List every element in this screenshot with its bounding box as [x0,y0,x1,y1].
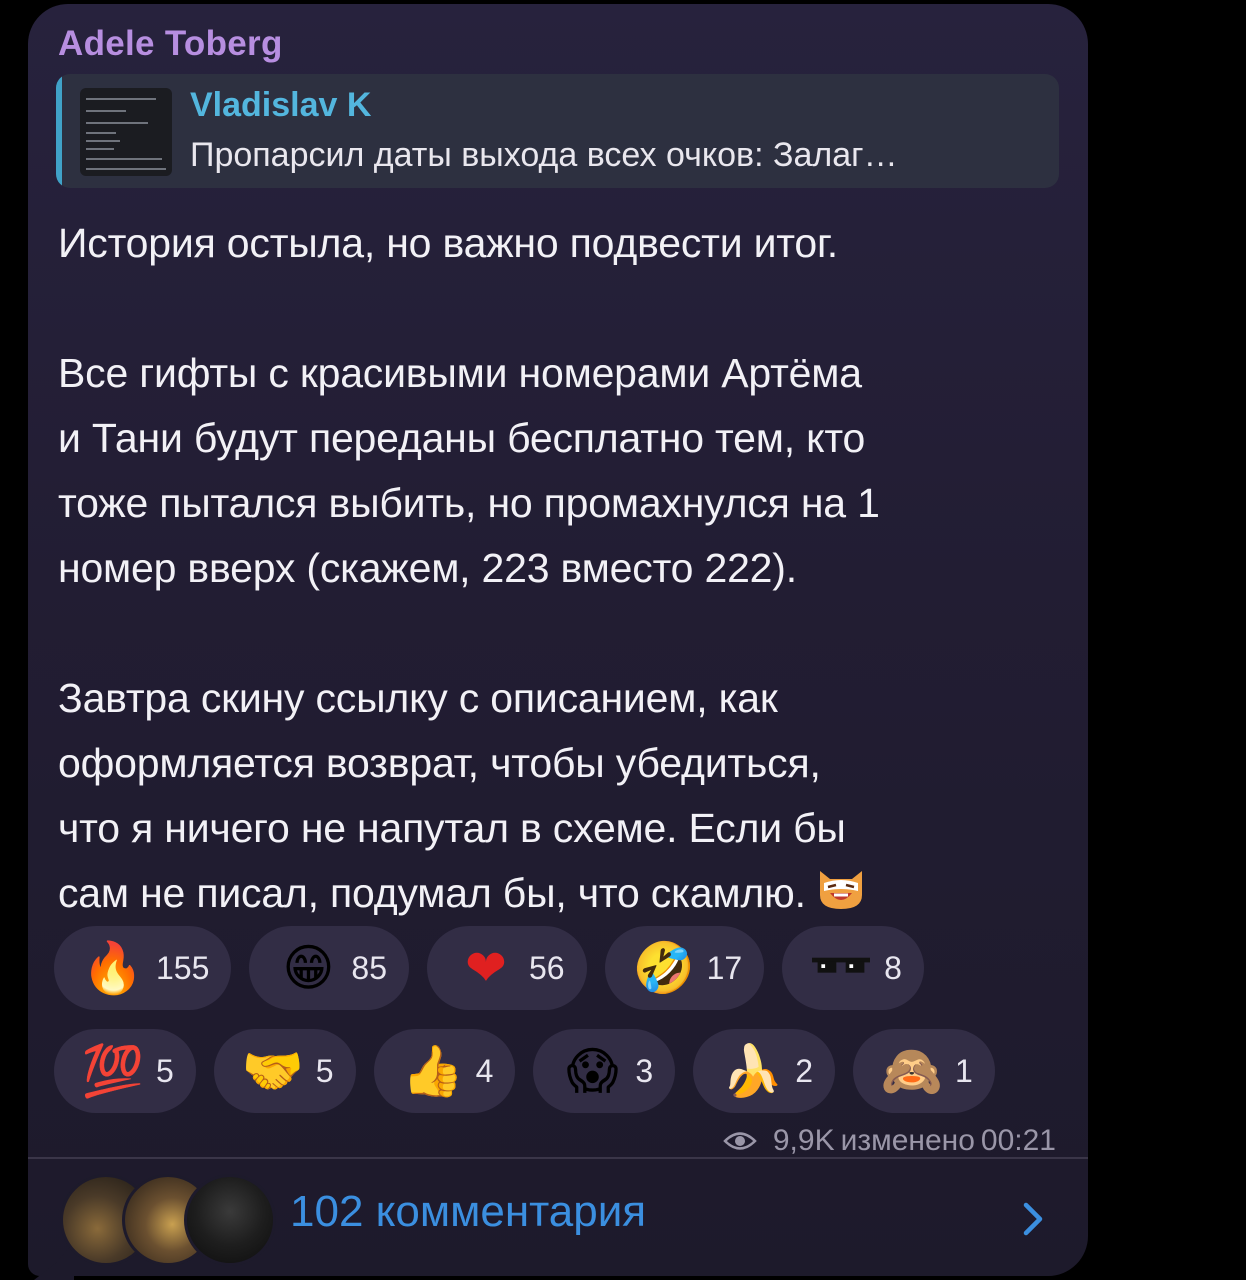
message-line: Завтра скину ссылку с описанием, как [58,675,778,721]
reply-preview[interactable]: Vladislav K Пропарсил даты выхода всех о… [56,74,1059,188]
reply-accent-bar [56,74,62,188]
reply-thumbnail [80,88,172,176]
reaction-heart[interactable]: ❤ 56 [426,926,587,1010]
rolling-laughing-icon: 🤣 [632,939,695,996]
reply-author: Vladislav K [190,86,372,124]
reaction-screaming[interactable]: 😱 3 [533,1029,676,1113]
reaction-count: 85 [351,949,387,986]
reaction-count: 8 [884,949,902,986]
eye-icon [723,1132,757,1150]
thumbs-up-icon: 👍 [401,1042,464,1099]
reaction-sunglasses[interactable]: 8 [782,926,924,1010]
reaction-count: 155 [156,949,210,986]
reaction-grinning[interactable]: 😁 85 [249,926,409,1010]
message-bubble: Adele Toberg Vladislav K Пропарсил даты … [28,4,1088,1280]
reaction-count: 3 [635,1052,654,1089]
reaction-rolling-laughing[interactable]: 🤣 17 [604,926,765,1010]
see-no-evil-monkey-icon: 🙈 [880,1042,944,1099]
message-meta: 9,9K изменено 00:21 [723,1124,1056,1158]
message-line: номер вверх (скажем, 223 вместо 222). [58,545,797,591]
message-line: оформляется возврат, чтобы убедиться, [58,740,821,786]
sunglasses-icon [812,939,871,997]
screaming-face-icon: 😱 [566,1043,619,1099]
message-line: сам не писал, подумал бы, что скамлю. [58,870,806,916]
message-text: История остыла, но важно подвести итог. … [58,211,1058,926]
view-count: 9,9K [772,1124,835,1157]
reaction-banana[interactable]: 🍌 2 [693,1029,835,1113]
message-time: 00:21 [980,1124,1056,1157]
heart-icon: ❤ [465,940,507,996]
reaction-hundred[interactable]: 💯 5 [54,1029,196,1113]
message-line: История остыла, но важно подвести итог. [58,220,838,266]
reaction-fire[interactable]: 🔥 155 [54,926,232,1010]
comments-button[interactable]: 102 комментария [28,1159,1088,1276]
banana-icon: 🍌 [721,1042,784,1099]
message-line: тоже пытался выбить, но промахнулся на 1 [58,480,880,526]
reaction-count: 17 [706,949,743,986]
message-line: что я ничего не напутал в схеме. Если бы [58,805,846,851]
chevron-right-icon [1023,1202,1043,1236]
reaction-thumbs-up[interactable]: 👍 4 [373,1029,516,1113]
avatar [184,1174,276,1266]
reactions-row-1: 🔥 155 😁 85 ❤ 56 🤣 17 8 [54,926,924,1010]
reactions-row-2: 💯 5 🤝 5 👍 4 😱 3 🍌 2 🙈 1 [54,1029,995,1113]
handshake-icon: 🤝 [241,1042,304,1099]
message-line: и Тани будут переданы бесплатно тем, кто [58,415,866,461]
laughing-cat-icon [819,871,862,909]
commenter-avatars [60,1174,276,1266]
hundred-points-icon: 💯 [81,1042,145,1099]
edited-label: изменено [840,1124,975,1157]
reaction-count: 4 [475,1052,494,1089]
reaction-count: 1 [954,1052,973,1089]
reply-text: Пропарсил даты выхода всех очков: Залаг… [190,136,898,174]
grinning-face-icon: 😁 [282,940,335,996]
reaction-monkey[interactable]: 🙈 1 [852,1029,995,1113]
comments-count-label: 102 комментария [290,1187,647,1236]
message-line: Все гифты с красивыми номерами Артёма [58,350,862,396]
reaction-count: 5 [315,1052,334,1089]
reaction-handshake[interactable]: 🤝 5 [213,1029,356,1113]
reaction-count: 56 [528,949,565,986]
author-name[interactable]: Adele Toberg [58,24,283,64]
reaction-count: 5 [156,1052,174,1089]
reaction-count: 2 [795,1052,813,1089]
fire-icon: 🔥 [81,939,145,996]
